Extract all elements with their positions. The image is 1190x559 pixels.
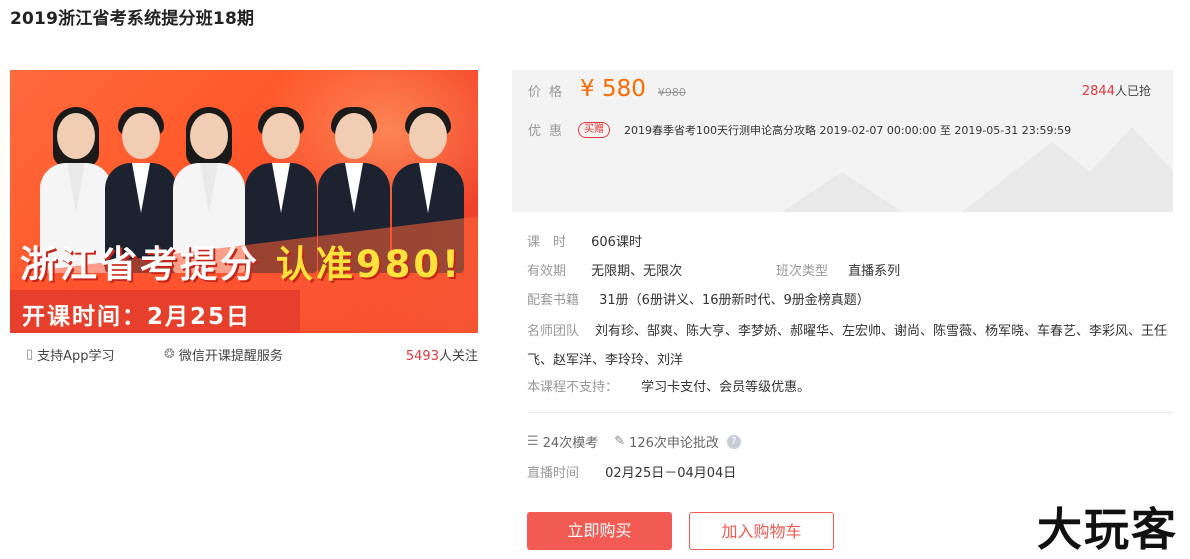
hours-row: 课 时 606课时 [527,231,642,250]
validity-row: 有效期 无限期、无限次 [527,260,682,279]
essay-edit-icon: ✎ [614,434,626,449]
sold-count: 2844人已抢 [1082,82,1151,99]
books-label: 配套书籍 [527,293,580,308]
buy-now-button[interactable]: 立即购买 [527,512,672,550]
feature-app-label: 支持App学习 [37,349,115,364]
unsupported-row: 本课程不支持： 学习卡支付、会员等级优惠。 [527,376,810,395]
divider [527,412,1173,413]
essay-reviews: 126次申论批改 [629,436,719,451]
books-row: 配套书籍 31册（6册讲义、16册新时代、9册金榜真题） [527,289,870,308]
decor-mountain [1052,127,1173,212]
books-value: 31册（6册讲义、16册新时代、9册金榜真题） [599,293,870,308]
teachers-label: 名师团队 [527,324,580,339]
banner-open-time: 开课时间：2月25日 [10,290,300,333]
live-time-label: 直播时间 [527,466,580,481]
promo-row: 优惠 买赠 2019春季省考100天行测申论高分攻略 2019-02-07 00… [528,120,1071,139]
exam-icon: ☰ [527,434,539,449]
feature-wechat-label: 微信开课提醒服务 [178,349,283,364]
class-type-row: 班次类型 直播系列 [776,260,900,279]
question-icon[interactable]: ? [726,434,741,449]
hours-label: 课 时 [527,235,567,250]
promo-text[interactable]: 2019春季省考100天行测申论高分攻略 2019-02-07 00:00:00… [624,122,1071,138]
feature-wechat: ❂ 微信开课提醒服务 [164,345,283,364]
promo-tag: 买赠 [578,121,611,138]
course-banner[interactable]: 浙江省考提分 认准980! 开课时间：2月25日 [10,70,478,333]
hours-value: 606课时 [591,235,642,250]
live-time-row: 直播时间 02月25日－04月04日 [527,462,736,481]
unsupported-label: 本课程不支持： [527,380,619,395]
validity-value: 无限期、无限次 [591,264,683,279]
teachers-value: 刘有珍、郜爽、陈大亨、李梦娇、郝曜华、左宏帅、谢尚、陈雪薇、杨军晓、车春艺、李彩… [527,324,1168,368]
decor-mountain [782,172,902,212]
teachers-row: 名师团队 刘有珍、郜爽、陈大亨、李梦娇、郝曜华、左宏帅、谢尚、陈雪薇、杨军晓、车春… [527,317,1167,375]
banner-open-time-text: 开课时间：2月25日 [22,304,252,330]
watermark-logo: 大玩客 [1036,503,1178,556]
banner-slogan: 浙江省考提分 认准980! [20,234,462,288]
class-type-label: 班次类型 [776,264,829,279]
price-row: 价格 ¥ 580 ¥980 [528,76,686,102]
class-type-value: 直播系列 [848,264,901,279]
add-to-cart-button[interactable]: 加入购物车 [689,512,834,550]
current-price: ¥ 580 [580,76,646,102]
sold-number: 2844 [1081,84,1115,99]
sold-suffix: 人已抢 [1114,84,1151,98]
live-time-value: 02月25日－04月04日 [605,466,737,481]
original-price: ¥980 [657,86,686,99]
mock-exams: 24次模考 [542,436,599,451]
page-title: 2019浙江省考系统提分班18期 [10,9,255,29]
promo-label: 优惠 [528,124,571,139]
follow-suffix: 人关注 [438,349,478,364]
wechat-icon: ❂ [164,347,175,362]
unsupported-value: 学习卡支付、会员等级优惠。 [641,380,811,395]
price-panel: 价格 ¥ 580 ¥980 2844人已抢 优惠 买赠 2019春季省考100天… [512,70,1173,212]
stats-row: ☰ 24次模考 ✎ 126次申论批改 ? [527,432,741,451]
feature-app: ▯ 支持App学习 [26,345,115,364]
banner-slogan-highlight: 认准980! [275,243,462,286]
phone-icon: ▯ [26,347,34,362]
follow-count: 5493人关注 [406,345,478,364]
validity-label: 有效期 [527,264,567,279]
price-label: 价格 [528,85,571,100]
follow-number: 5493 [405,349,439,364]
banner-slogan-main: 浙江省考提分 [20,243,260,286]
